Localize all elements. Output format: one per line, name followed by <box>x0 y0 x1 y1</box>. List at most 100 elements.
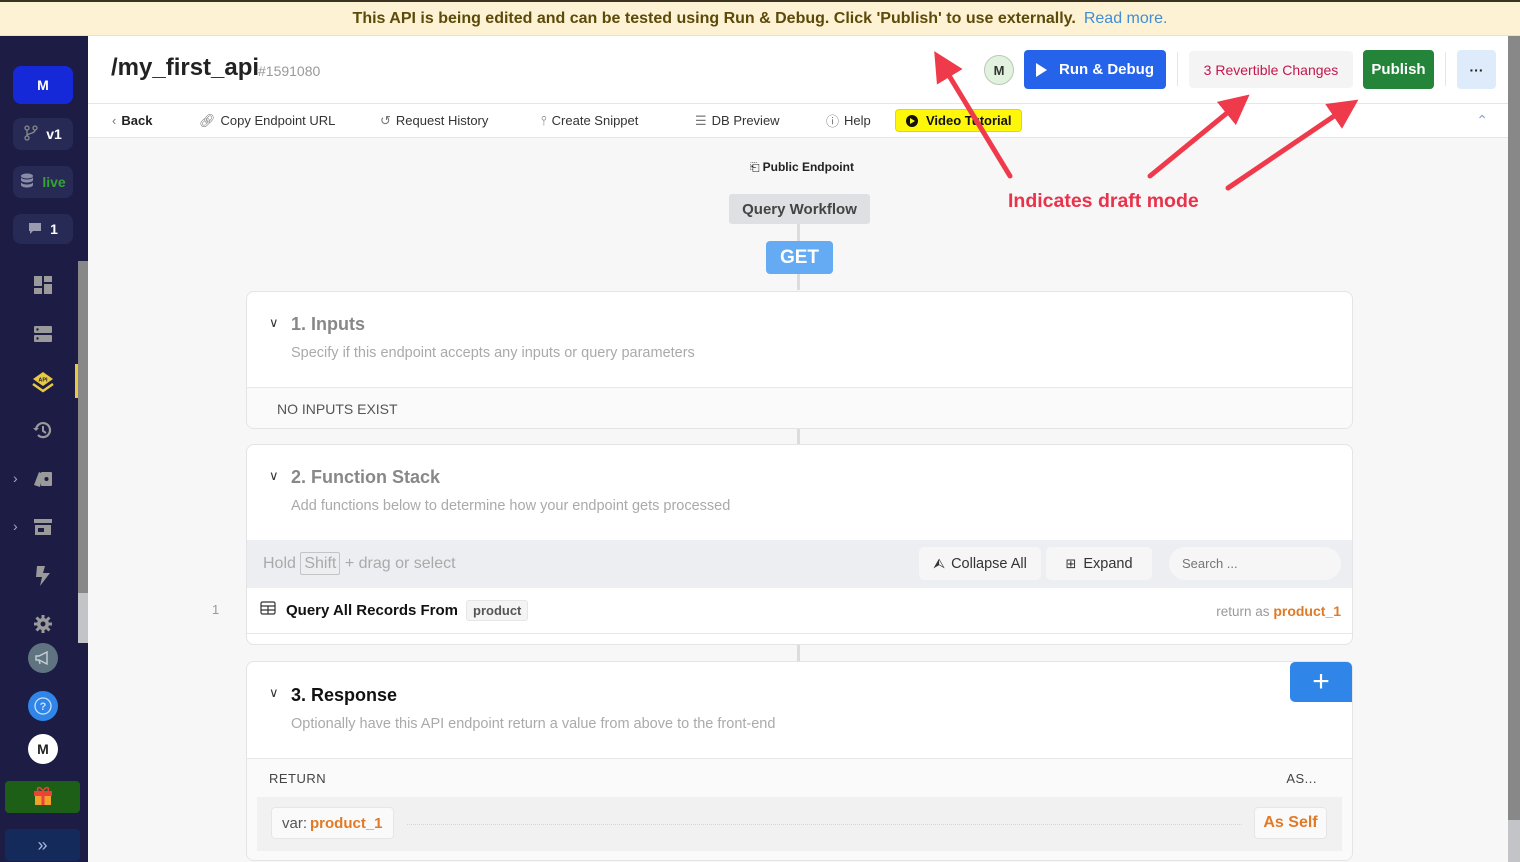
page-header: /my_first_api #1591080 M Run & Debug 3 R… <box>88 36 1508 104</box>
collapse-toolbar-chevron-up-icon[interactable]: ⌃ <box>1476 112 1488 129</box>
user-avatar[interactable]: M <box>28 734 58 764</box>
draft-mode-banner: This API is being edited and can be test… <box>0 0 1520 36</box>
response-return-area: RETURN AS... var: product_1 As Self <box>247 758 1352 860</box>
section-title: 3. Response <box>291 685 398 705</box>
chevron-left-icon: ‹ <box>112 113 117 128</box>
annotation-label: Indicates draft mode <box>1008 190 1199 212</box>
shift-key-badge: Shift <box>300 552 341 575</box>
read-more-link[interactable]: Read more. <box>1084 10 1168 28</box>
table-grid-icon <box>260 601 276 620</box>
add-function-button[interactable]: + <box>1290 662 1352 702</box>
comments-button[interactable]: 1 <box>13 214 73 244</box>
hint-prefix: Hold <box>263 555 296 572</box>
help-question-icon[interactable]: ? <box>28 691 58 721</box>
expand-sidebar-button[interactable]: » <box>5 829 80 861</box>
section-title: 2. Function Stack <box>291 467 441 487</box>
response-header[interactable]: ∨ 3. Response Optionally have this API e… <box>247 662 1352 758</box>
unlock-icon: ⎗ <box>750 160 760 174</box>
help-button[interactable]: ⓘ Help <box>826 111 871 130</box>
connector-line <box>797 224 800 241</box>
create-snippet-button[interactable]: ⫯ Create Snippet <box>541 113 638 129</box>
http-method-badge[interactable]: GET <box>766 241 833 274</box>
table-name-tag[interactable]: product <box>466 600 529 621</box>
return-variable[interactable]: product_1 <box>1273 603 1341 619</box>
gift-button[interactable] <box>5 781 80 813</box>
announcements-megaphone-icon[interactable] <box>28 643 58 673</box>
banner-message: This API is being edited and can be test… <box>352 9 1076 27</box>
user-initial: M <box>37 741 49 757</box>
db-preview-button[interactable]: ☰ DB Preview <box>695 113 780 129</box>
library-icon[interactable] <box>28 464 58 494</box>
branch-selector[interactable]: v1 <box>13 118 73 150</box>
step-label: Query All Records From <box>286 602 458 619</box>
workspace-button[interactable]: M <box>13 66 73 104</box>
back-button[interactable]: ‹ Back <box>112 113 152 128</box>
datasource-label: live <box>42 174 66 190</box>
request-history-label: Request History <box>395 113 489 128</box>
chevron-down-icon[interactable]: ∨ <box>269 685 279 701</box>
function-stack-header[interactable]: ∨ 2. Function Stack Add functions below … <box>247 445 1352 540</box>
as-column-header: AS... <box>1286 771 1317 786</box>
function-search-input[interactable] <box>1169 547 1341 580</box>
run-debug-button[interactable]: Run & Debug <box>1024 50 1166 89</box>
chevron-down-icon[interactable]: ∨ <box>269 315 279 331</box>
tasks-lightning-icon[interactable] <box>28 561 58 591</box>
return-prefix: return as <box>1216 603 1270 619</box>
workflow-type-badge: Query Workflow <box>729 194 870 224</box>
branch-label: v1 <box>46 126 62 142</box>
avatar-initial: M <box>993 62 1005 78</box>
endpoint-id: #1591080 <box>258 63 321 79</box>
info-circle-icon: ⓘ <box>826 114 840 129</box>
divider <box>1177 52 1178 86</box>
help-label: Help <box>844 113 871 128</box>
marketplace-icon[interactable] <box>28 512 58 542</box>
as-self-selector[interactable]: As Self <box>1254 807 1327 839</box>
library-expand-chevron[interactable]: › <box>13 470 18 486</box>
copy-endpoint-url-button[interactable]: 🔗︎ Copy Endpoint URL <box>199 113 335 129</box>
history-icon[interactable] <box>28 415 58 445</box>
step-number: 1 <box>212 602 220 617</box>
create-snippet-label: Create Snippet <box>551 113 639 128</box>
public-endpoint-text: Public Endpoint <box>762 160 854 174</box>
svg-text:API: API <box>38 378 48 384</box>
inputs-section: ∨ 1. Inputs Specify if this endpoint acc… <box>246 291 1353 429</box>
return-variable-chip[interactable]: var: product_1 <box>271 807 394 839</box>
dashboard-icon[interactable] <box>28 270 58 300</box>
publish-button[interactable]: Publish <box>1363 50 1434 89</box>
connector-line <box>797 429 800 444</box>
section-subtitle: Optionally have this API endpoint return… <box>291 716 776 732</box>
marketplace-expand-chevron[interactable]: › <box>13 518 18 534</box>
hint-suffix: + drag or select <box>344 555 456 572</box>
api-icon[interactable]: API <box>28 367 58 397</box>
double-chevron-right-icon: » <box>37 834 48 855</box>
settings-gear-icon[interactable] <box>28 609 58 639</box>
expand-button[interactable]: ⊞ Expand <box>1046 547 1152 580</box>
play-circle-icon <box>906 114 918 127</box>
public-endpoint-label: ⎗ Public Endpoint <box>750 160 854 175</box>
collaborator-avatar[interactable]: M <box>984 55 1014 85</box>
sidebar-scrollbar-thumb[interactable] <box>78 261 88 593</box>
function-step-row[interactable]: Query All Records From product return as… <box>247 588 1352 634</box>
request-history-button[interactable]: ↺ Request History <box>380 113 488 129</box>
chevron-down-icon[interactable]: ∨ <box>269 468 279 484</box>
collapse-all-button[interactable]: ⮙ Collapse All <box>919 547 1041 580</box>
action-toolbar: ‹ Back 🔗︎ Copy Endpoint URL ↺ Request Hi… <box>88 104 1508 138</box>
page-title: /my_first_api <box>111 54 260 81</box>
database-icon: ☰ <box>695 112 707 128</box>
database-tables-icon[interactable] <box>28 319 58 349</box>
datasource-selector[interactable]: live <box>13 166 73 198</box>
sidebar: M v1 live 1 API › › ? M » <box>0 36 88 862</box>
video-tutorial-button[interactable]: Video Tutorial <box>895 109 1023 132</box>
return-row: var: product_1 As Self <box>257 797 1342 851</box>
play-icon <box>1036 62 1047 77</box>
inputs-header[interactable]: ∨ 1. Inputs Specify if this endpoint acc… <box>247 292 1352 387</box>
more-options-button[interactable]: ··· <box>1457 50 1496 89</box>
db-preview-label: DB Preview <box>711 113 780 128</box>
revertible-changes-button[interactable]: 3 Revertible Changes <box>1189 51 1353 88</box>
function-stack-toolbar: Hold Shift + drag or select ⮙ Collapse A… <box>247 540 1352 588</box>
connector-line <box>797 274 800 290</box>
ellipsis-icon: ··· <box>1469 61 1484 78</box>
run-debug-label: Run & Debug <box>1059 61 1154 78</box>
page-scrollbar-thumb[interactable] <box>1508 36 1520 820</box>
function-stack-section: ∨ 2. Function Stack Add functions below … <box>246 444 1353 645</box>
